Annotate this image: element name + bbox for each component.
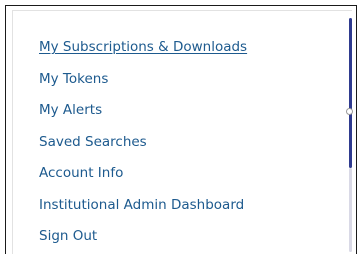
menu-panel: My Subscriptions & Downloads My Tokens M… bbox=[12, 10, 352, 254]
menu-item-label: My Alerts bbox=[39, 102, 103, 118]
menu-item-institutional-admin-dashboard[interactable]: Institutional Admin Dashboard bbox=[39, 195, 247, 227]
scrollbar-thumb[interactable] bbox=[349, 18, 352, 168]
menu-item-label: Account Info bbox=[39, 165, 124, 181]
menu-item-sign-out[interactable]: Sign Out bbox=[39, 226, 247, 254]
account-dropdown-menu: My Subscriptions & Downloads My Tokens M… bbox=[5, 5, 357, 254]
menu-item-my-subscriptions-downloads[interactable]: My Subscriptions & Downloads bbox=[39, 37, 247, 69]
menu-item-my-tokens[interactable]: My Tokens bbox=[39, 69, 247, 101]
menu-item-saved-searches[interactable]: Saved Searches bbox=[39, 132, 247, 164]
menu-item-label: Saved Searches bbox=[39, 133, 147, 150]
menu-item-label: Sign Out bbox=[39, 228, 98, 244]
menu-item-label: My Subscriptions & Downloads bbox=[39, 39, 248, 55]
vertical-scrollbar[interactable] bbox=[346, 12, 353, 252]
menu-list: My Subscriptions & Downloads My Tokens M… bbox=[39, 37, 247, 254]
menu-item-label: Institutional Admin Dashboard bbox=[39, 196, 245, 213]
scroll-handle-icon[interactable] bbox=[346, 108, 353, 115]
scrollbar-track[interactable] bbox=[349, 168, 352, 252]
menu-item-label: My Tokens bbox=[39, 70, 109, 87]
menu-item-account-info[interactable]: Account Info bbox=[39, 163, 247, 195]
menu-item-my-alerts[interactable]: My Alerts bbox=[39, 100, 247, 132]
